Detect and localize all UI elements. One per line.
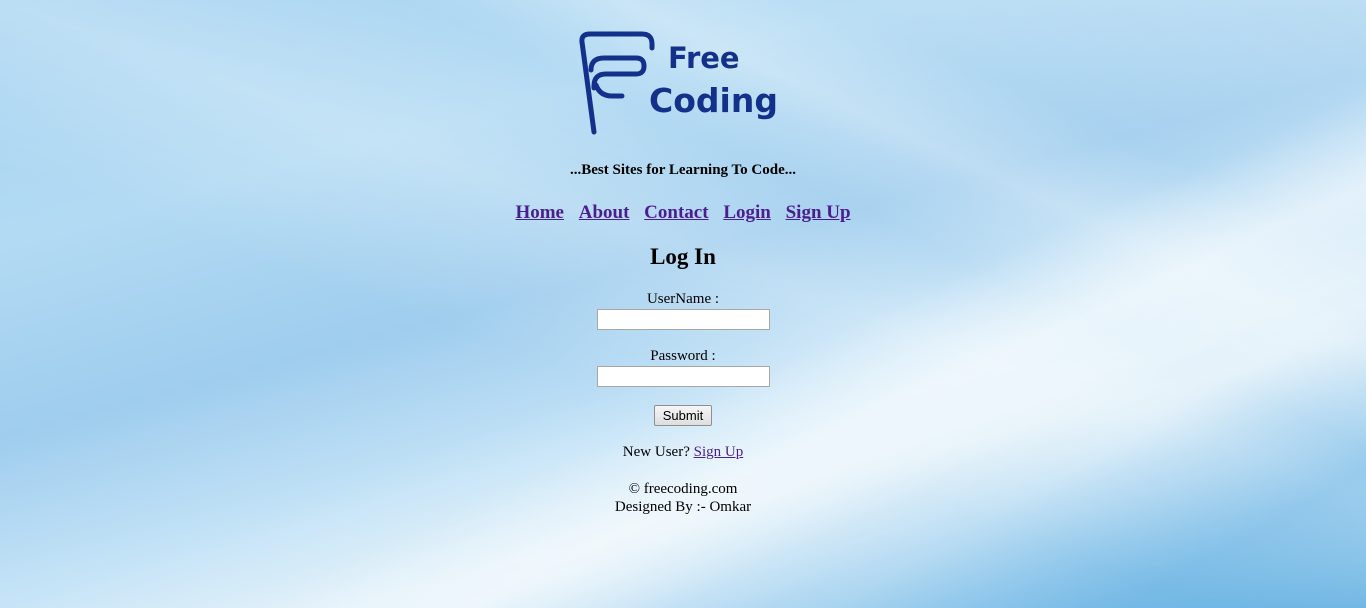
fc-logo-mark-icon: Free Coding bbox=[579, 31, 778, 135]
new-user-prompt: New User? Sign Up bbox=[0, 444, 1366, 461]
logo-text-free: Free bbox=[668, 41, 740, 75]
submit-button[interactable]: Submit bbox=[654, 405, 712, 426]
copyright-text: © freecoding.com bbox=[628, 481, 738, 497]
nav-contact-link[interactable]: Contact bbox=[644, 202, 708, 223]
main-nav: Home About Contact Login Sign Up bbox=[0, 202, 1366, 224]
nav-home-link[interactable]: Home bbox=[515, 202, 564, 223]
new-user-text: New User? bbox=[622, 444, 690, 460]
password-label: Password : bbox=[650, 348, 716, 364]
username-label: UserName : bbox=[646, 291, 720, 307]
designer-credit: Designed By :- Omkar bbox=[614, 499, 752, 515]
tagline: ...Best Sites for Learning To Code... bbox=[570, 162, 796, 178]
logo-text-coding: Coding bbox=[649, 81, 778, 120]
signup-link[interactable]: Sign Up bbox=[694, 444, 744, 460]
nav-signup-link[interactable]: Sign Up bbox=[786, 202, 851, 223]
username-input[interactable] bbox=[597, 309, 770, 330]
nav-about-link[interactable]: About bbox=[579, 202, 630, 223]
site-logo[interactable]: Free Coding bbox=[578, 30, 790, 136]
nav-login-link[interactable]: Login bbox=[723, 202, 771, 223]
password-input[interactable] bbox=[597, 366, 770, 387]
footer: © freecoding.com Designed By :- Omkar bbox=[0, 480, 1366, 516]
login-heading: Log In bbox=[650, 244, 716, 269]
